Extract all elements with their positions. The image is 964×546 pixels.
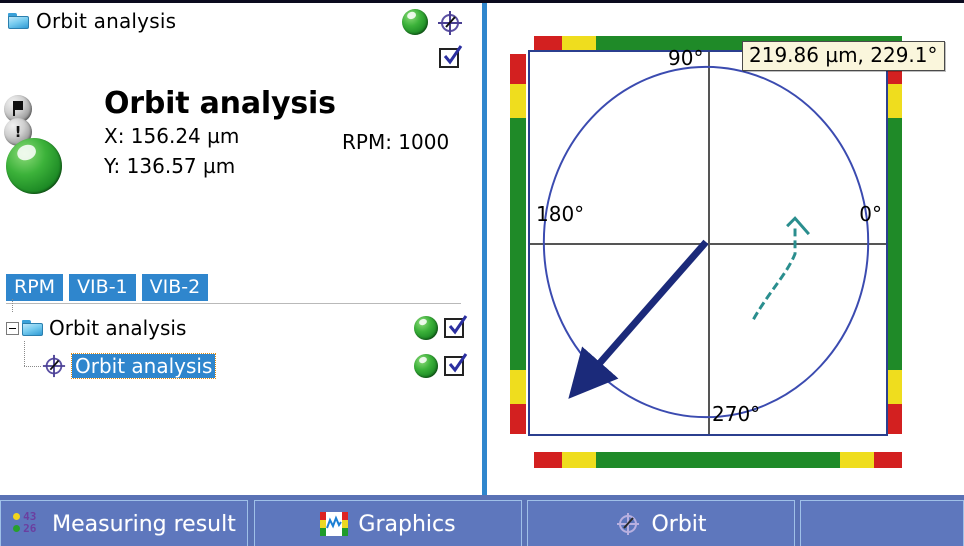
degree-label-90: 90° bbox=[668, 46, 703, 70]
degree-label-0: 0° bbox=[859, 202, 882, 226]
toolbar-empty-slot[interactable] bbox=[800, 500, 964, 546]
tree-checkbox[interactable] bbox=[444, 356, 464, 376]
gauge-bar-right bbox=[886, 54, 902, 434]
page-title: Orbit analysis bbox=[36, 9, 176, 33]
rpm-value: RPM: 1000 bbox=[342, 130, 449, 154]
tab-vib-2[interactable]: VIB-2 bbox=[142, 274, 209, 301]
tree-row-status bbox=[414, 354, 464, 378]
header-checkbox[interactable] bbox=[439, 48, 459, 72]
orbit-analysis-screen: Orbit analysis bbox=[0, 0, 964, 546]
measuring-result-button[interactable]: 4326 Measuring result bbox=[0, 500, 248, 546]
tree-guide-line bbox=[12, 299, 13, 313]
rotation-arrowhead bbox=[787, 218, 809, 234]
summary-title: Orbit analysis bbox=[104, 87, 336, 121]
header-status-led bbox=[402, 9, 428, 35]
tab-rpm[interactable]: RPM bbox=[6, 274, 63, 301]
magnitude-vector bbox=[577, 242, 706, 388]
tree-row-status bbox=[414, 316, 464, 340]
orbit-target-icon bbox=[42, 354, 66, 378]
panel-header: Orbit analysis bbox=[8, 9, 176, 33]
bottom-toolbar: 4326 Measuring result Graphics bbox=[0, 495, 964, 546]
measurement-tree: Orbit analysis bbox=[6, 309, 472, 385]
summary-block: Orbit analysis X: 156.24 µm Y: 136.57 µm bbox=[104, 87, 336, 181]
tree-item-label-selected[interactable]: Orbit analysis bbox=[72, 354, 215, 378]
measuring-result-icon: 4326 bbox=[12, 512, 42, 536]
green-led-icon bbox=[414, 316, 438, 340]
y-value: Y: 136.57 µm bbox=[104, 151, 336, 181]
orbit-button[interactable]: Orbit bbox=[527, 500, 795, 546]
gauge-bar-bottom bbox=[534, 452, 902, 468]
left-pane: Orbit analysis bbox=[0, 3, 481, 495]
tree-guide-line bbox=[24, 366, 41, 367]
orbit-target-icon bbox=[615, 511, 641, 537]
folder-icon bbox=[8, 13, 29, 29]
tree-expander-collapse[interactable] bbox=[6, 322, 19, 335]
graphics-button[interactable]: Graphics bbox=[254, 500, 522, 546]
x-value: X: 156.24 µm bbox=[104, 121, 336, 151]
graphics-label: Graphics bbox=[358, 512, 455, 537]
degree-label-180: 180° bbox=[536, 202, 584, 226]
tree-row-child[interactable]: Orbit analysis bbox=[6, 347, 472, 385]
measuring-result-label: Measuring result bbox=[52, 512, 236, 537]
tree-row-parent[interactable]: Orbit analysis bbox=[6, 309, 472, 347]
tab-separator bbox=[6, 303, 461, 304]
status-icon-stack: ! bbox=[4, 95, 62, 194]
orbit-trace-svg bbox=[530, 52, 886, 434]
folder-icon bbox=[22, 320, 43, 336]
orbit-label: Orbit bbox=[651, 512, 706, 537]
orbit-plot-canvas[interactable]: 90° 180° 0° 270° bbox=[528, 50, 888, 436]
green-led-icon bbox=[6, 138, 62, 194]
channel-tabs: RPM VIB-1 VIB-2 bbox=[6, 274, 208, 301]
rotation-direction-arrow bbox=[753, 226, 795, 319]
gauge-bar-left bbox=[510, 54, 526, 434]
tab-vib-1[interactable]: VIB-1 bbox=[69, 274, 136, 301]
cursor-tooltip: 219.86 µm, 229.1° bbox=[742, 41, 945, 71]
orbit-plot-pane: 90° 180° 0° 270° 219.86 µm, 229.1° bbox=[488, 3, 964, 495]
tree-guide-line bbox=[24, 341, 25, 367]
orbit-plot[interactable]: 90° 180° 0° 270° 219.86 µm, 229.1° bbox=[510, 36, 914, 468]
graphics-icon bbox=[320, 512, 348, 536]
tree-checkbox[interactable] bbox=[444, 318, 464, 338]
pane-divider[interactable] bbox=[481, 3, 488, 495]
degree-label-270: 270° bbox=[712, 402, 760, 426]
green-led-icon bbox=[414, 354, 438, 378]
orbit-target-icon[interactable] bbox=[437, 10, 463, 40]
tree-item-label: Orbit analysis bbox=[49, 316, 186, 340]
